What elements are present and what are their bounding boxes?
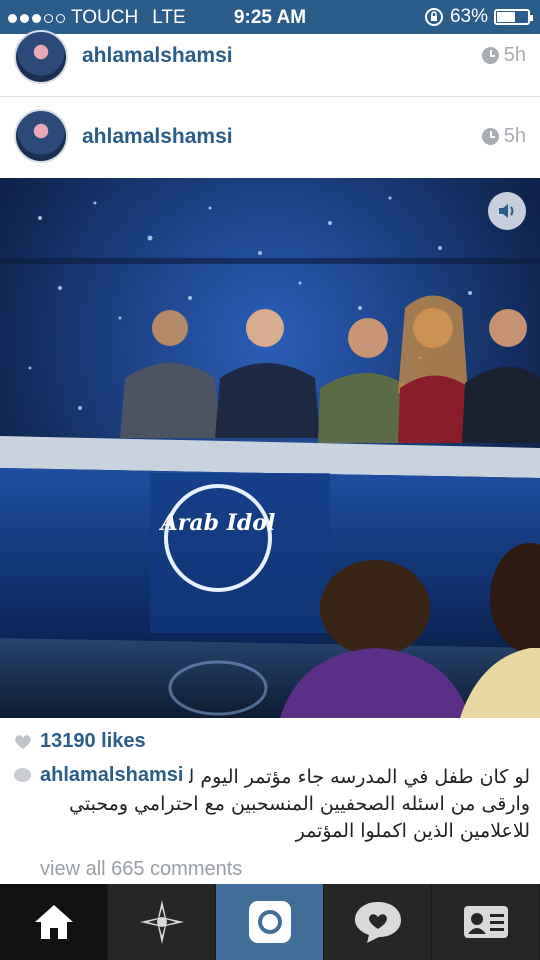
avatar[interactable] bbox=[14, 109, 68, 163]
heart-icon bbox=[15, 734, 31, 749]
avatar[interactable] bbox=[14, 30, 68, 84]
caption-username[interactable]: ahlamalshamsi bbox=[40, 764, 190, 787]
star-icon bbox=[139, 900, 184, 944]
mute-button[interactable] bbox=[488, 192, 526, 230]
tab-home[interactable] bbox=[0, 884, 108, 960]
tab-profile[interactable] bbox=[432, 884, 540, 960]
post-time: 5h bbox=[503, 44, 526, 66]
battery-icon bbox=[494, 9, 533, 25]
camera-icon bbox=[248, 901, 291, 943]
tab-explore[interactable] bbox=[108, 884, 216, 960]
tab-news[interactable] bbox=[324, 884, 432, 960]
post-video[interactable]: Arab Idol bbox=[0, 178, 540, 718]
battery-percent: 63% bbox=[449, 6, 488, 27]
speaker-icon bbox=[499, 204, 514, 218]
profile-card-icon bbox=[463, 906, 508, 938]
view-all-comments-link[interactable]: view all 665 comments bbox=[40, 858, 242, 881]
likes-row: 13190 likes bbox=[14, 730, 146, 753]
status-bar: TOUCH LTE 9:25 AM 63% bbox=[0, 0, 540, 34]
post-time: 5h bbox=[503, 125, 526, 147]
comment-bubble-icon bbox=[14, 768, 31, 782]
rotation-lock-icon bbox=[424, 8, 443, 26]
likes-count[interactable]: 13190 likes bbox=[40, 730, 146, 753]
username-link[interactable]: ahlamalshamsi bbox=[82, 44, 233, 68]
clock-icon bbox=[481, 128, 499, 145]
speech-heart-icon bbox=[354, 902, 401, 943]
home-icon bbox=[34, 905, 73, 939]
post-header: ahlamalshamsi 5h bbox=[0, 30, 540, 97]
tab-bar bbox=[0, 884, 540, 960]
video-frame: Arab Idol bbox=[0, 178, 540, 718]
post-header: ahlamalshamsi 5h bbox=[0, 97, 540, 178]
svg-text:Arab Idol: Arab Idol bbox=[159, 510, 276, 536]
username-link[interactable]: ahlamalshamsi bbox=[82, 125, 233, 149]
clock-icon bbox=[481, 47, 499, 64]
tab-camera[interactable] bbox=[216, 884, 324, 960]
